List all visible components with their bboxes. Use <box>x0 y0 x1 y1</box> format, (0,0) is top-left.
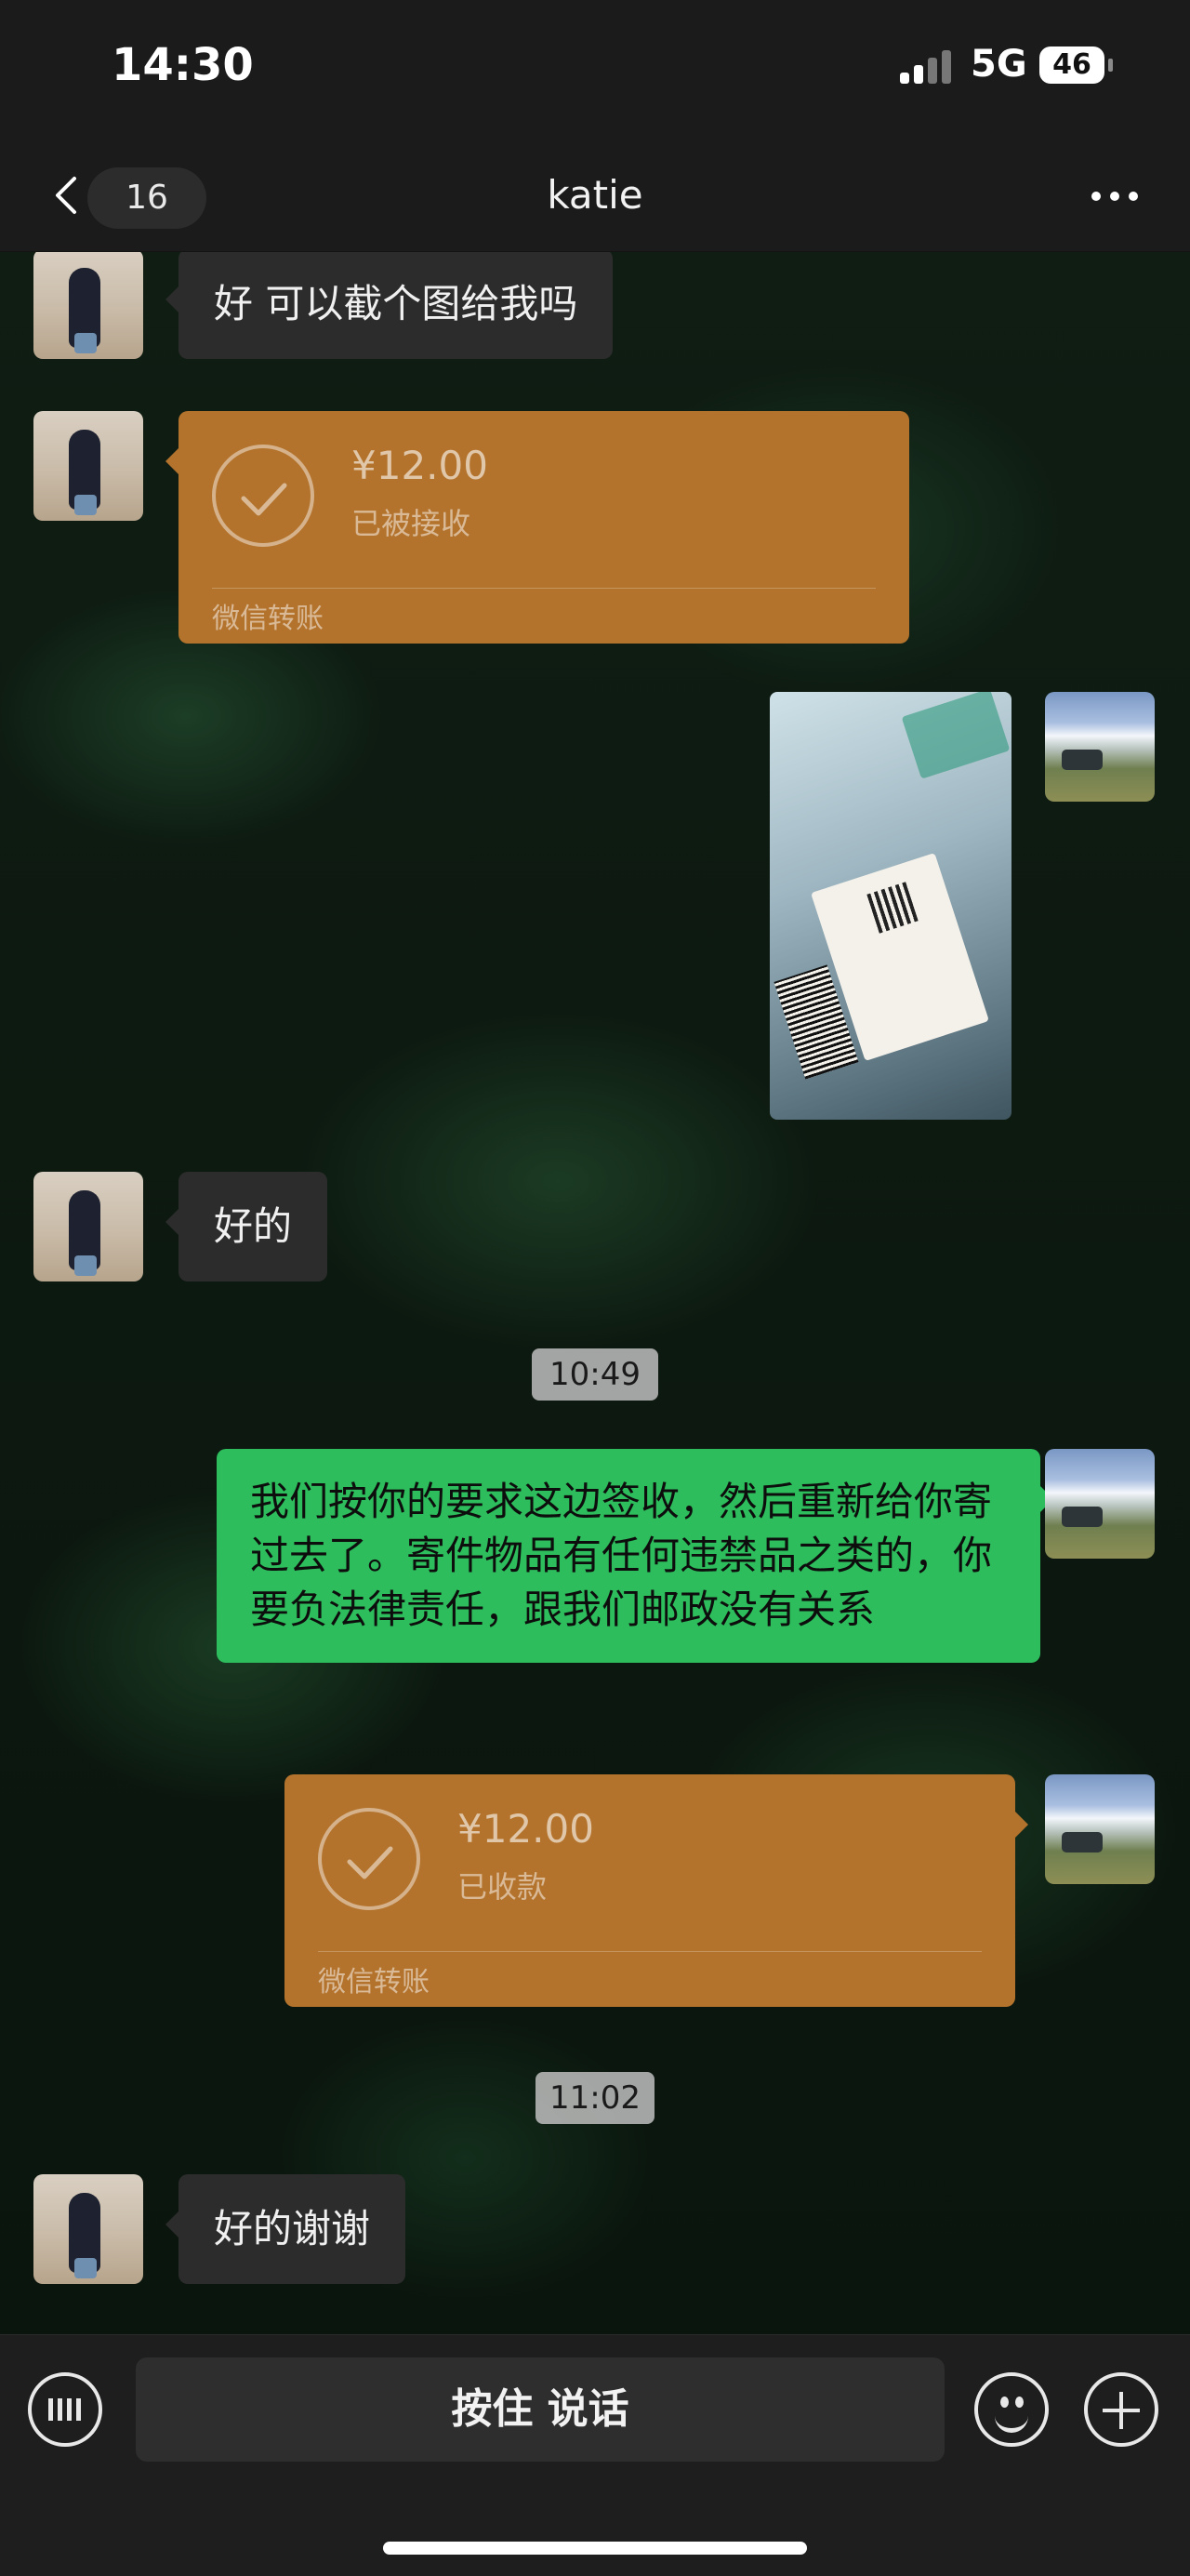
chat-header: katie 16 <box>0 139 1190 252</box>
transfer-label: 微信转账 <box>318 1966 430 1998</box>
smiley-icon <box>1000 2397 1009 2408</box>
timestamp: 10:49 <box>532 1348 658 1401</box>
message-text: 好的 <box>214 1203 293 1249</box>
hold-to-talk-button[interactable]: 按住 说话 <box>136 2357 945 2462</box>
transfer-card[interactable]: ¥12.00 已被接收 微信转账 <box>165 411 909 644</box>
transfer-amount: ¥12.00 <box>457 1806 594 1852</box>
status-time: 14:30 <box>112 39 254 91</box>
transfer-status: 已被接收 <box>351 506 471 541</box>
transfer-divider <box>212 588 876 589</box>
signal-icon <box>900 48 956 84</box>
transfer-amount: ¥12.00 <box>351 443 488 488</box>
friend-avatar[interactable] <box>33 411 143 521</box>
battery-icon: 46 <box>1039 46 1104 84</box>
message-bubble[interactable]: 我们按你的要求这边签收，然后重新给你寄过去了。寄件物品有任何违禁品之类的，你要负… <box>217 1449 1053 1663</box>
check-circle-icon <box>318 1808 420 1910</box>
friend-avatar[interactable] <box>33 249 143 359</box>
friend-avatar[interactable] <box>33 2174 143 2284</box>
more-functions-button[interactable] <box>1084 2372 1158 2447</box>
input-bar: 按住 说话 <box>0 2334 1190 2576</box>
image-message[interactable] <box>770 692 1012 1120</box>
timestamp: 11:02 <box>536 2072 654 2124</box>
check-circle-icon <box>212 445 314 547</box>
back-button[interactable]: 16 <box>37 166 206 229</box>
status-bar: 14:30 5G 46 <box>0 0 1190 139</box>
transfer-status: 已收款 <box>457 1869 548 1905</box>
message-text: 好 可以截个图给我吗 <box>214 281 578 326</box>
transfer-card[interactable]: ¥12.00 已收款 微信转账 <box>284 1774 1028 2007</box>
battery-cap <box>1108 59 1113 72</box>
message-bubble[interactable]: 好的谢谢 <box>165 2174 406 2284</box>
message-bubble[interactable]: 好的 <box>165 1172 328 1281</box>
my-avatar[interactable] <box>1045 692 1155 802</box>
transfer-label: 微信转账 <box>212 603 324 635</box>
transfer-divider <box>318 1951 982 1952</box>
network-type: 5G <box>971 43 1027 86</box>
home-indicator[interactable] <box>383 2542 807 2555</box>
chevron-left-icon <box>56 177 76 214</box>
keyboard-icon <box>48 2398 82 2421</box>
friend-avatar[interactable] <box>33 1172 143 1281</box>
unread-count-badge: 16 <box>87 167 206 229</box>
emoji-button[interactable] <box>974 2372 1049 2447</box>
message-text: 我们按你的要求这边签收，然后重新给你寄过去了。寄件物品有任何违禁品之类的，你要负… <box>250 1479 993 1632</box>
keyboard-toggle-button[interactable] <box>28 2372 102 2447</box>
message-text: 好的谢谢 <box>214 2206 371 2251</box>
my-avatar[interactable] <box>1045 1449 1155 1559</box>
message-list[interactable]: 好 可以截个图给我吗 ¥12.00 已被接收 微信转账 好的 10:49 我们按… <box>0 249 1190 2334</box>
message-bubble[interactable]: 好 可以截个图给我吗 <box>165 249 614 359</box>
more-options-button[interactable] <box>1078 169 1153 221</box>
my-avatar[interactable] <box>1045 1774 1155 1884</box>
